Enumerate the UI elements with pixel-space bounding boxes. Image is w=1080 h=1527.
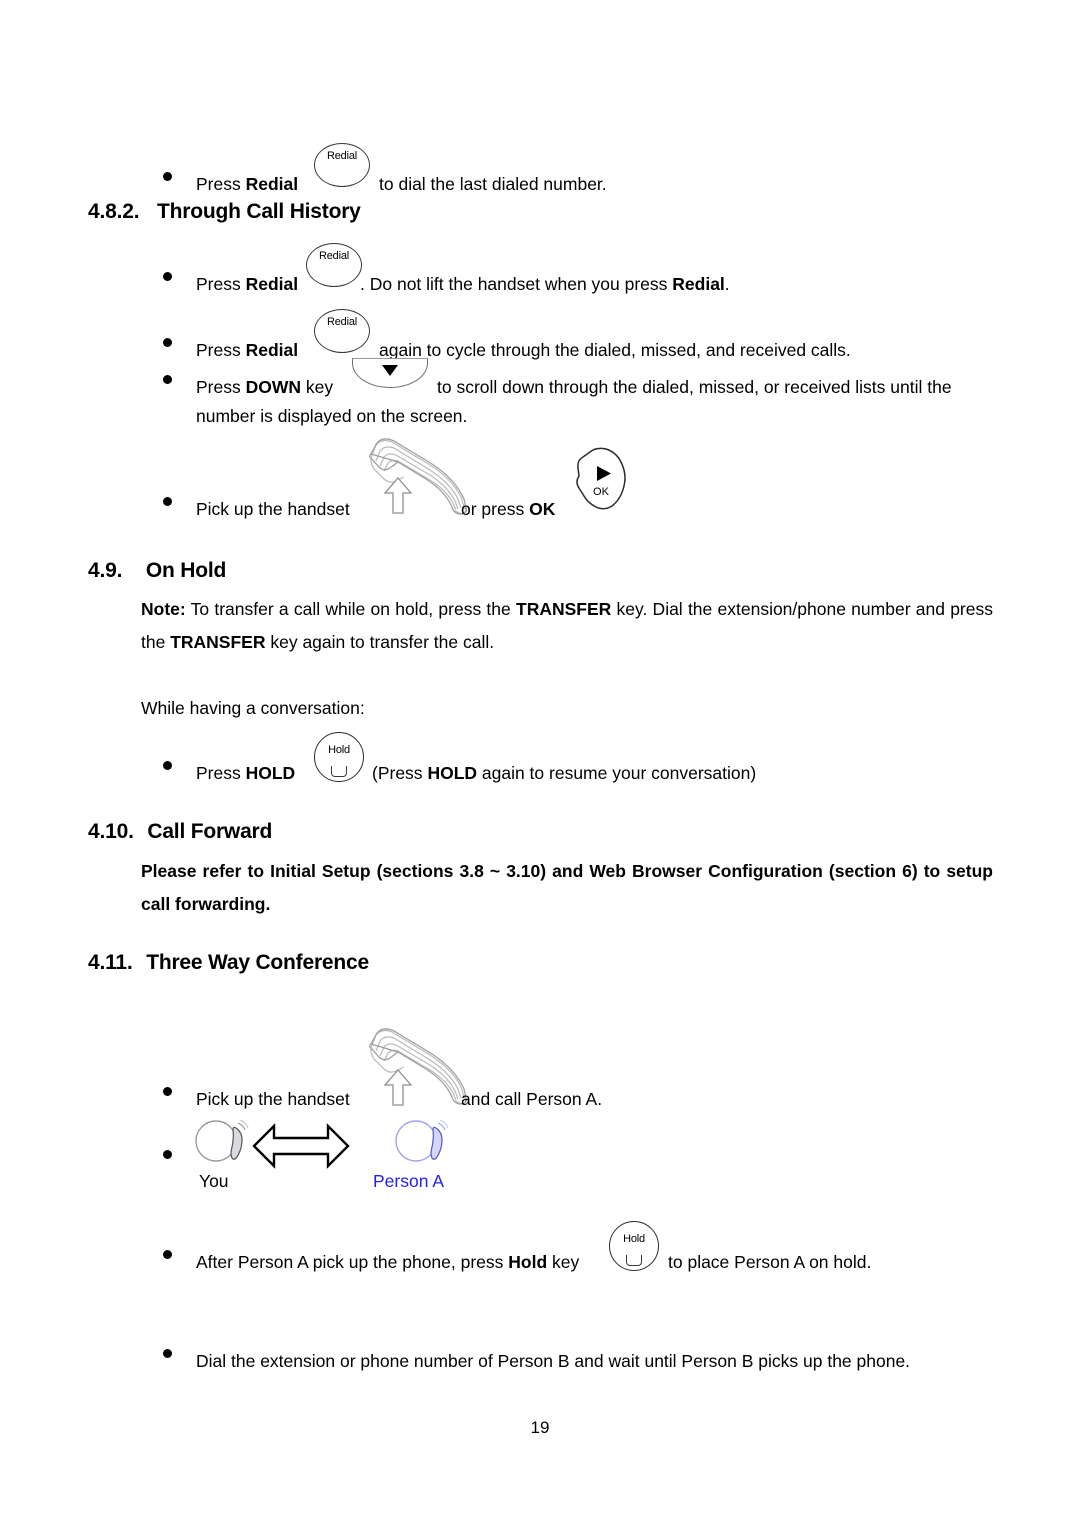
redial-key-label: Redial (319, 250, 349, 262)
redial-key-icon: Redial (314, 143, 370, 187)
history-item4-pre: Pick up the handset (196, 499, 350, 519)
hold-key-tab (331, 766, 347, 777)
person-a-label: Person A (373, 1171, 445, 1191)
call-forward-body: Please refer to Initial Setup (sections … (141, 861, 993, 914)
history-item3-post: to scroll down through the dialed, misse… (437, 377, 952, 397)
redial-intro-text-pre: Press Redial (196, 174, 299, 194)
history-item2-pre: Press Redial (196, 340, 299, 360)
list-bullet (163, 1087, 172, 1096)
redial-key-icon: Redial (306, 243, 362, 287)
on-hold-note: Note: To transfer a call while on hold, … (141, 599, 993, 652)
three-way-handset-post: and call Person A. (461, 1089, 603, 1109)
redial-key-label: Redial (327, 150, 357, 162)
ok-key-icon: OK (572, 446, 630, 512)
handset-icon (360, 1025, 475, 1107)
history-item1-pre: Press Redial (196, 274, 299, 294)
svg-text:OK: OK (593, 486, 610, 498)
history-item2-post: again to cycle through the dialed, misse… (379, 340, 851, 360)
document-page: Press Redial Redial to dial the last dia… (0, 0, 1080, 1527)
double-arrow-icon (250, 1122, 352, 1170)
list-bullet (163, 1250, 172, 1259)
list-bullet (163, 272, 172, 281)
heading-title: Three Way Conference (146, 951, 369, 974)
person-you-icon (194, 1118, 250, 1166)
heading-title: Through Call History (156, 200, 361, 223)
handset-icon (360, 435, 475, 515)
hold-key-tab (626, 1255, 642, 1266)
hold-key-icon: Hold (314, 732, 364, 782)
three-way-hold-post: to place Person A on hold. (668, 1252, 872, 1272)
history-item1-post: . Do not lift the handset when you press… (360, 274, 730, 294)
note-label: Note: (141, 599, 186, 619)
on-hold-item-post: (Press HOLD again to resume your convers… (372, 763, 757, 783)
page-number: 19 (530, 1418, 550, 1437)
three-way-dial-text: Dial the extension or phone number of Pe… (196, 1351, 911, 1371)
list-bullet (163, 1349, 172, 1358)
person-a-icon (394, 1118, 450, 1166)
history-item4-mid: or press OK (461, 499, 556, 519)
person-you-label: You (199, 1171, 229, 1191)
redial-intro-text-post: to dial the last dialed number. (379, 174, 607, 194)
three-way-handset-pre: Pick up the handset (196, 1089, 350, 1109)
hold-key-icon: Hold (609, 1221, 659, 1271)
hold-key-label: Hold (623, 1233, 645, 1245)
three-way-hold-pre: After Person A pick up the phone, press … (196, 1252, 580, 1272)
redial-key-icon: Redial (314, 309, 370, 353)
heading-three-way-conference: 4.11. Three Way Conference (88, 951, 369, 975)
on-hold-item-pre: Press HOLD (196, 763, 296, 783)
redial-key-label: Redial (327, 316, 357, 328)
heading-title: On Hold (145, 559, 227, 582)
list-bullet (163, 375, 172, 384)
chevron-down-icon (382, 365, 398, 376)
hold-key-label: Hold (328, 744, 350, 756)
list-bullet (163, 761, 172, 770)
heading-number: 4.11. (88, 951, 133, 974)
on-hold-intro: While having a conversation: (141, 698, 365, 718)
down-key-icon (352, 358, 428, 388)
list-bullet (163, 338, 172, 347)
list-bullet (163, 1150, 172, 1159)
heading-title: Call Forward (147, 820, 273, 843)
list-bullet (163, 497, 172, 506)
heading-on-hold: 4.9. On Hold (88, 559, 226, 583)
heading-number: 4.8.2. (88, 200, 140, 223)
heading-call-forward: 4.10. Call Forward (88, 820, 272, 844)
heading-number: 4.10. (88, 820, 134, 843)
list-bullet (163, 172, 172, 181)
heading-call-history: 4.8.2. Through Call History (88, 200, 361, 224)
history-item3-line2: number is displayed on the screen. (196, 406, 468, 426)
heading-number: 4.9. (88, 559, 123, 582)
